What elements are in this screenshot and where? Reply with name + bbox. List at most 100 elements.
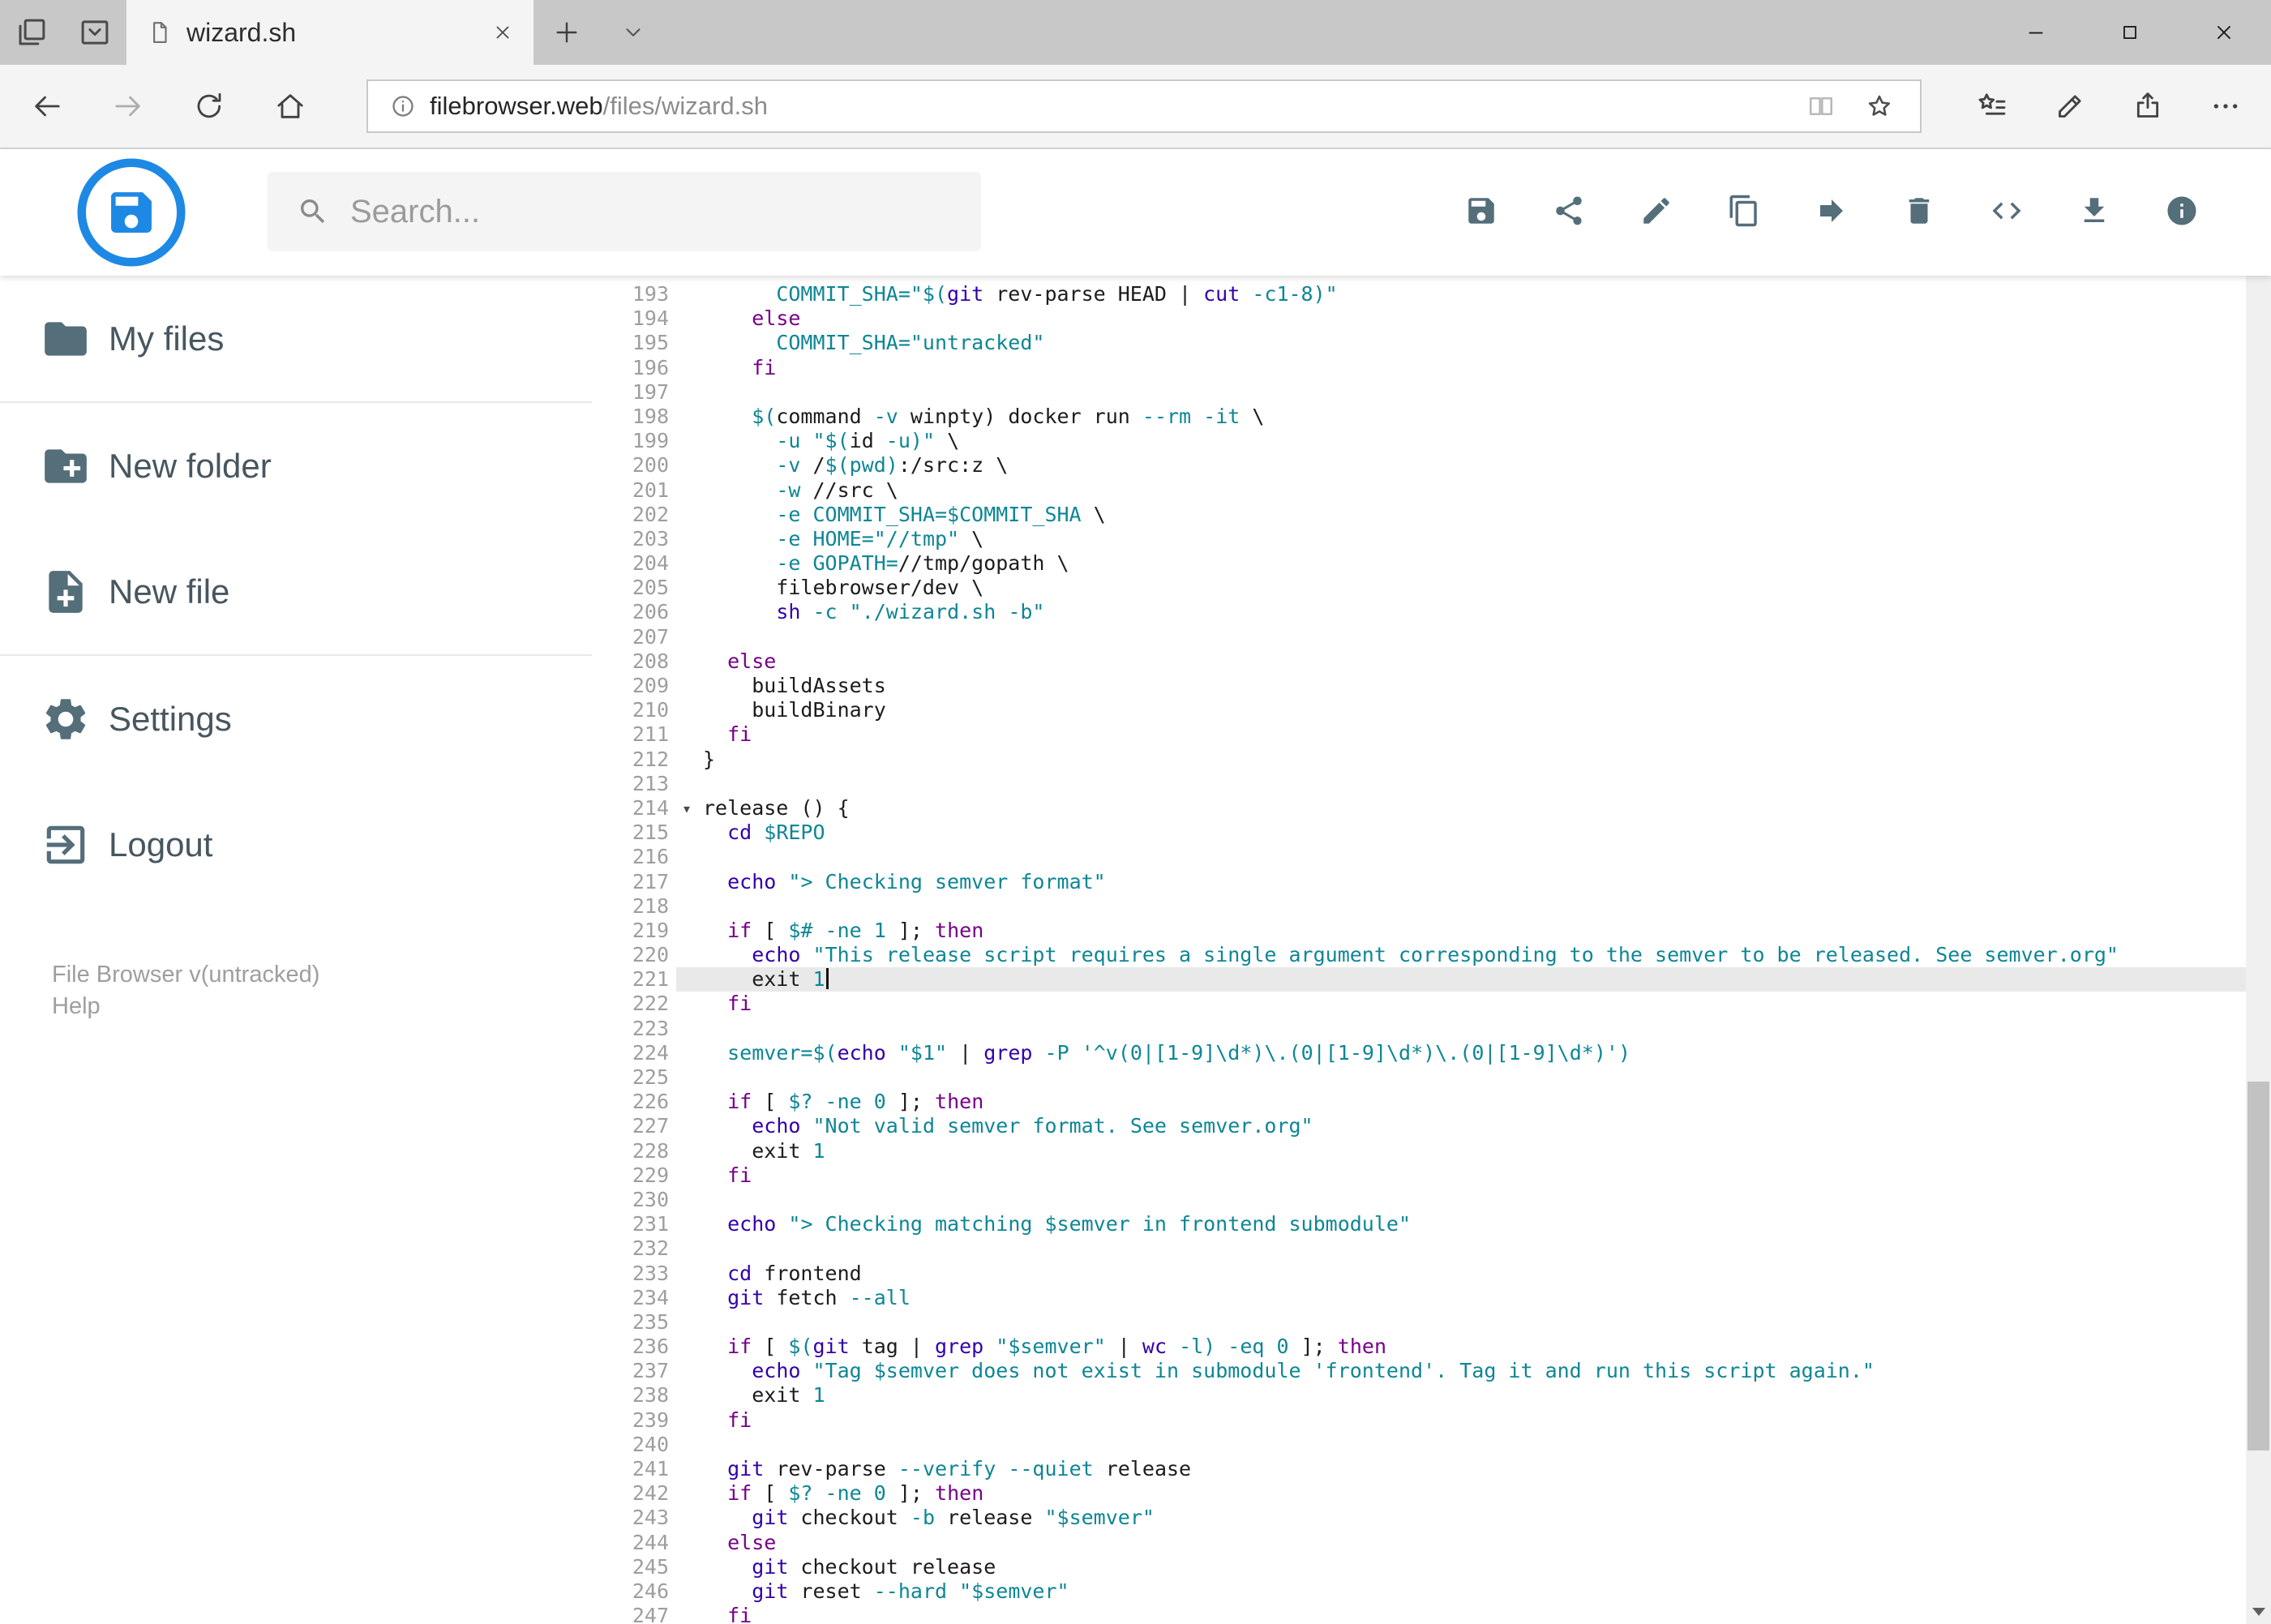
code-line[interactable]: 235 [592,1310,2246,1335]
new-tab-button[interactable] [533,0,600,65]
code-line[interactable]: 196 fi [592,356,2246,380]
set-tabs-aside-icon[interactable] [0,0,63,65]
code-line[interactable]: 209 buildAssets [592,674,2246,698]
code-line[interactable]: 223 [592,1017,2246,1041]
search-input[interactable] [350,193,973,230]
more-options-icon[interactable] [2187,67,2265,145]
code-line[interactable]: 236 if [ $(git tag | grep "$semver" | wc… [592,1335,2246,1359]
favorite-star-icon[interactable] [1850,92,1909,121]
code-line[interactable]: 241 git rev-parse --verify --quiet relea… [592,1457,2246,1481]
site-info-icon[interactable] [384,93,422,119]
code-line[interactable]: 210 buildBinary [592,698,2246,722]
code-line[interactable]: 237 echo "Tag $semver does not exist in … [592,1359,2246,1383]
share-page-icon[interactable] [2109,67,2187,145]
code-line[interactable]: 221 exit 1 [592,967,2246,992]
window-minimize-button[interactable] [1989,0,2083,65]
code-line[interactable]: 229 fi [592,1163,2246,1188]
code-line[interactable]: 227 echo "Not valid semver format. See s… [592,1114,2246,1138]
code-line[interactable]: 204 -e GOPATH=//tmp/gopath \ [592,551,2246,576]
code-line[interactable]: 213 [592,772,2246,796]
code-line[interactable]: 198 $(command -v winpty) docker run --rm… [592,405,2246,429]
code-line[interactable]: 239 fi [592,1408,2246,1433]
code-line[interactable]: 228 exit 1 [592,1139,2246,1163]
search-box[interactable] [268,172,981,251]
copy-button[interactable] [1700,149,1788,276]
code-line[interactable]: 205 filebrowser/dev \ [592,576,2246,600]
delete-button[interactable] [1875,149,1963,276]
code-line[interactable]: 211 fi [592,722,2246,747]
code-line[interactable]: 245 git checkout release [592,1555,2246,1579]
code-line[interactable]: 240 [592,1433,2246,1457]
forward-icon[interactable] [88,67,169,145]
code-line[interactable]: 232 [592,1236,2246,1261]
code-line[interactable]: 200 -v /$(pwd):/src:z \ [592,453,2246,478]
code-line[interactable]: 193 COMMIT_SHA="$(git rev-parse HEAD | c… [592,282,2246,306]
code-line[interactable]: 215 cd $REPO [592,821,2246,845]
scroll-down-arrow-icon[interactable] [2246,1599,2271,1624]
code-line[interactable]: 231 echo "> Checking matching $semver in… [592,1212,2246,1236]
code-line[interactable]: 195 COMMIT_SHA="untracked" [592,331,2246,355]
share-button[interactable] [1525,149,1613,276]
code-line[interactable]: 234 git fetch --all [592,1286,2246,1310]
code-line[interactable]: 201 -w //src \ [592,478,2246,503]
edit-button[interactable] [1613,149,1700,276]
code-line[interactable]: 207 [592,625,2246,649]
code-line[interactable]: 233 cd frontend [592,1262,2246,1286]
favorites-hub-icon[interactable] [1953,67,2031,145]
code-line[interactable]: 197 [592,380,2246,405]
help-link[interactable]: Help [52,991,592,1022]
download-button[interactable] [2050,149,2138,276]
tab-close-icon[interactable] [486,16,519,49]
code-line[interactable]: 220 echo "This release script requires a… [592,943,2246,967]
code-line[interactable]: 243 git checkout -b release "$semver" [592,1506,2246,1530]
info-button[interactable] [2138,149,2226,276]
code-line[interactable]: 199 -u "$(id -u)" \ [592,429,2246,453]
code-editor[interactable]: 193 COMMIT_SHA="$(git rev-parse HEAD | c… [592,276,2246,1624]
sidebar-item-new-file[interactable]: New file [0,529,592,654]
save-button[interactable] [1438,149,1525,276]
code-line[interactable]: 219 if [ $# -ne 1 ]; then [592,919,2246,943]
code-line[interactable]: 194 else [592,306,2246,331]
code-line[interactable]: 206 sh -c "./wizard.sh -b" [592,600,2246,624]
tab-list-chevron-icon[interactable] [600,0,666,65]
window-close-button[interactable] [2177,0,2271,65]
page-scrollbar[interactable] [2246,149,2271,1624]
code-line[interactable]: 242 if [ $? -ne 0 ]; then [592,1481,2246,1506]
code-line[interactable]: 217 echo "> Checking semver format" [592,870,2246,894]
tab-preview-icon[interactable] [63,0,126,65]
code-line[interactable]: 224 semver=$(echo "$1" | grep -P '^v(0|[… [592,1041,2246,1065]
refresh-icon[interactable] [169,67,250,145]
code-line[interactable]: 226 if [ $? -ne 0 ]; then [592,1090,2246,1114]
fold-marker-icon[interactable]: ▾ [676,796,697,821]
window-maximize-button[interactable] [2083,0,2177,65]
code-line[interactable]: 225 [592,1065,2246,1090]
code-line[interactable]: 203 -e HOME="//tmp" \ [592,527,2246,551]
code-line[interactable]: 247 fi [592,1604,2246,1624]
home-icon[interactable] [250,67,331,145]
code-line[interactable]: 216 [592,845,2246,869]
code-line[interactable]: 212} [592,748,2246,772]
code-line[interactable]: 208 else [592,649,2246,674]
code-line[interactable]: 246 git reset --hard "$semver" [592,1579,2246,1604]
code-line[interactable]: 202 -e COMMIT_SHA=$COMMIT_SHA \ [592,503,2246,527]
web-note-pen-icon[interactable] [2031,67,2109,145]
move-button[interactable] [1788,149,1875,276]
browser-tab[interactable]: wizard.sh [126,0,533,65]
back-icon[interactable] [6,67,88,145]
line-number: 214 ▾ [592,796,692,821]
sidebar-item-new-folder[interactable]: New folder [0,403,592,529]
code-line[interactable]: 222 fi [592,992,2246,1016]
code-line[interactable]: 230 [592,1188,2246,1212]
raw-code-button[interactable] [1963,149,2050,276]
sidebar-item-logout[interactable]: Logout [0,782,592,907]
sidebar-item-settings[interactable]: Settings [0,656,592,782]
code-line[interactable]: 238 exit 1 [592,1383,2246,1408]
code-line[interactable]: 218 [592,894,2246,919]
address-bar[interactable]: filebrowser.web/files/wizard.sh [366,79,1922,133]
scrollbar-thumb[interactable] [2247,1082,2269,1450]
code-line[interactable]: 214 ▾ release () { [592,796,2246,821]
reading-view-icon[interactable] [1792,92,1850,121]
code-line[interactable]: 244 else [592,1531,2246,1555]
sidebar-item-my-files[interactable]: My files [0,276,592,401]
filebrowser-logo[interactable] [75,156,188,269]
